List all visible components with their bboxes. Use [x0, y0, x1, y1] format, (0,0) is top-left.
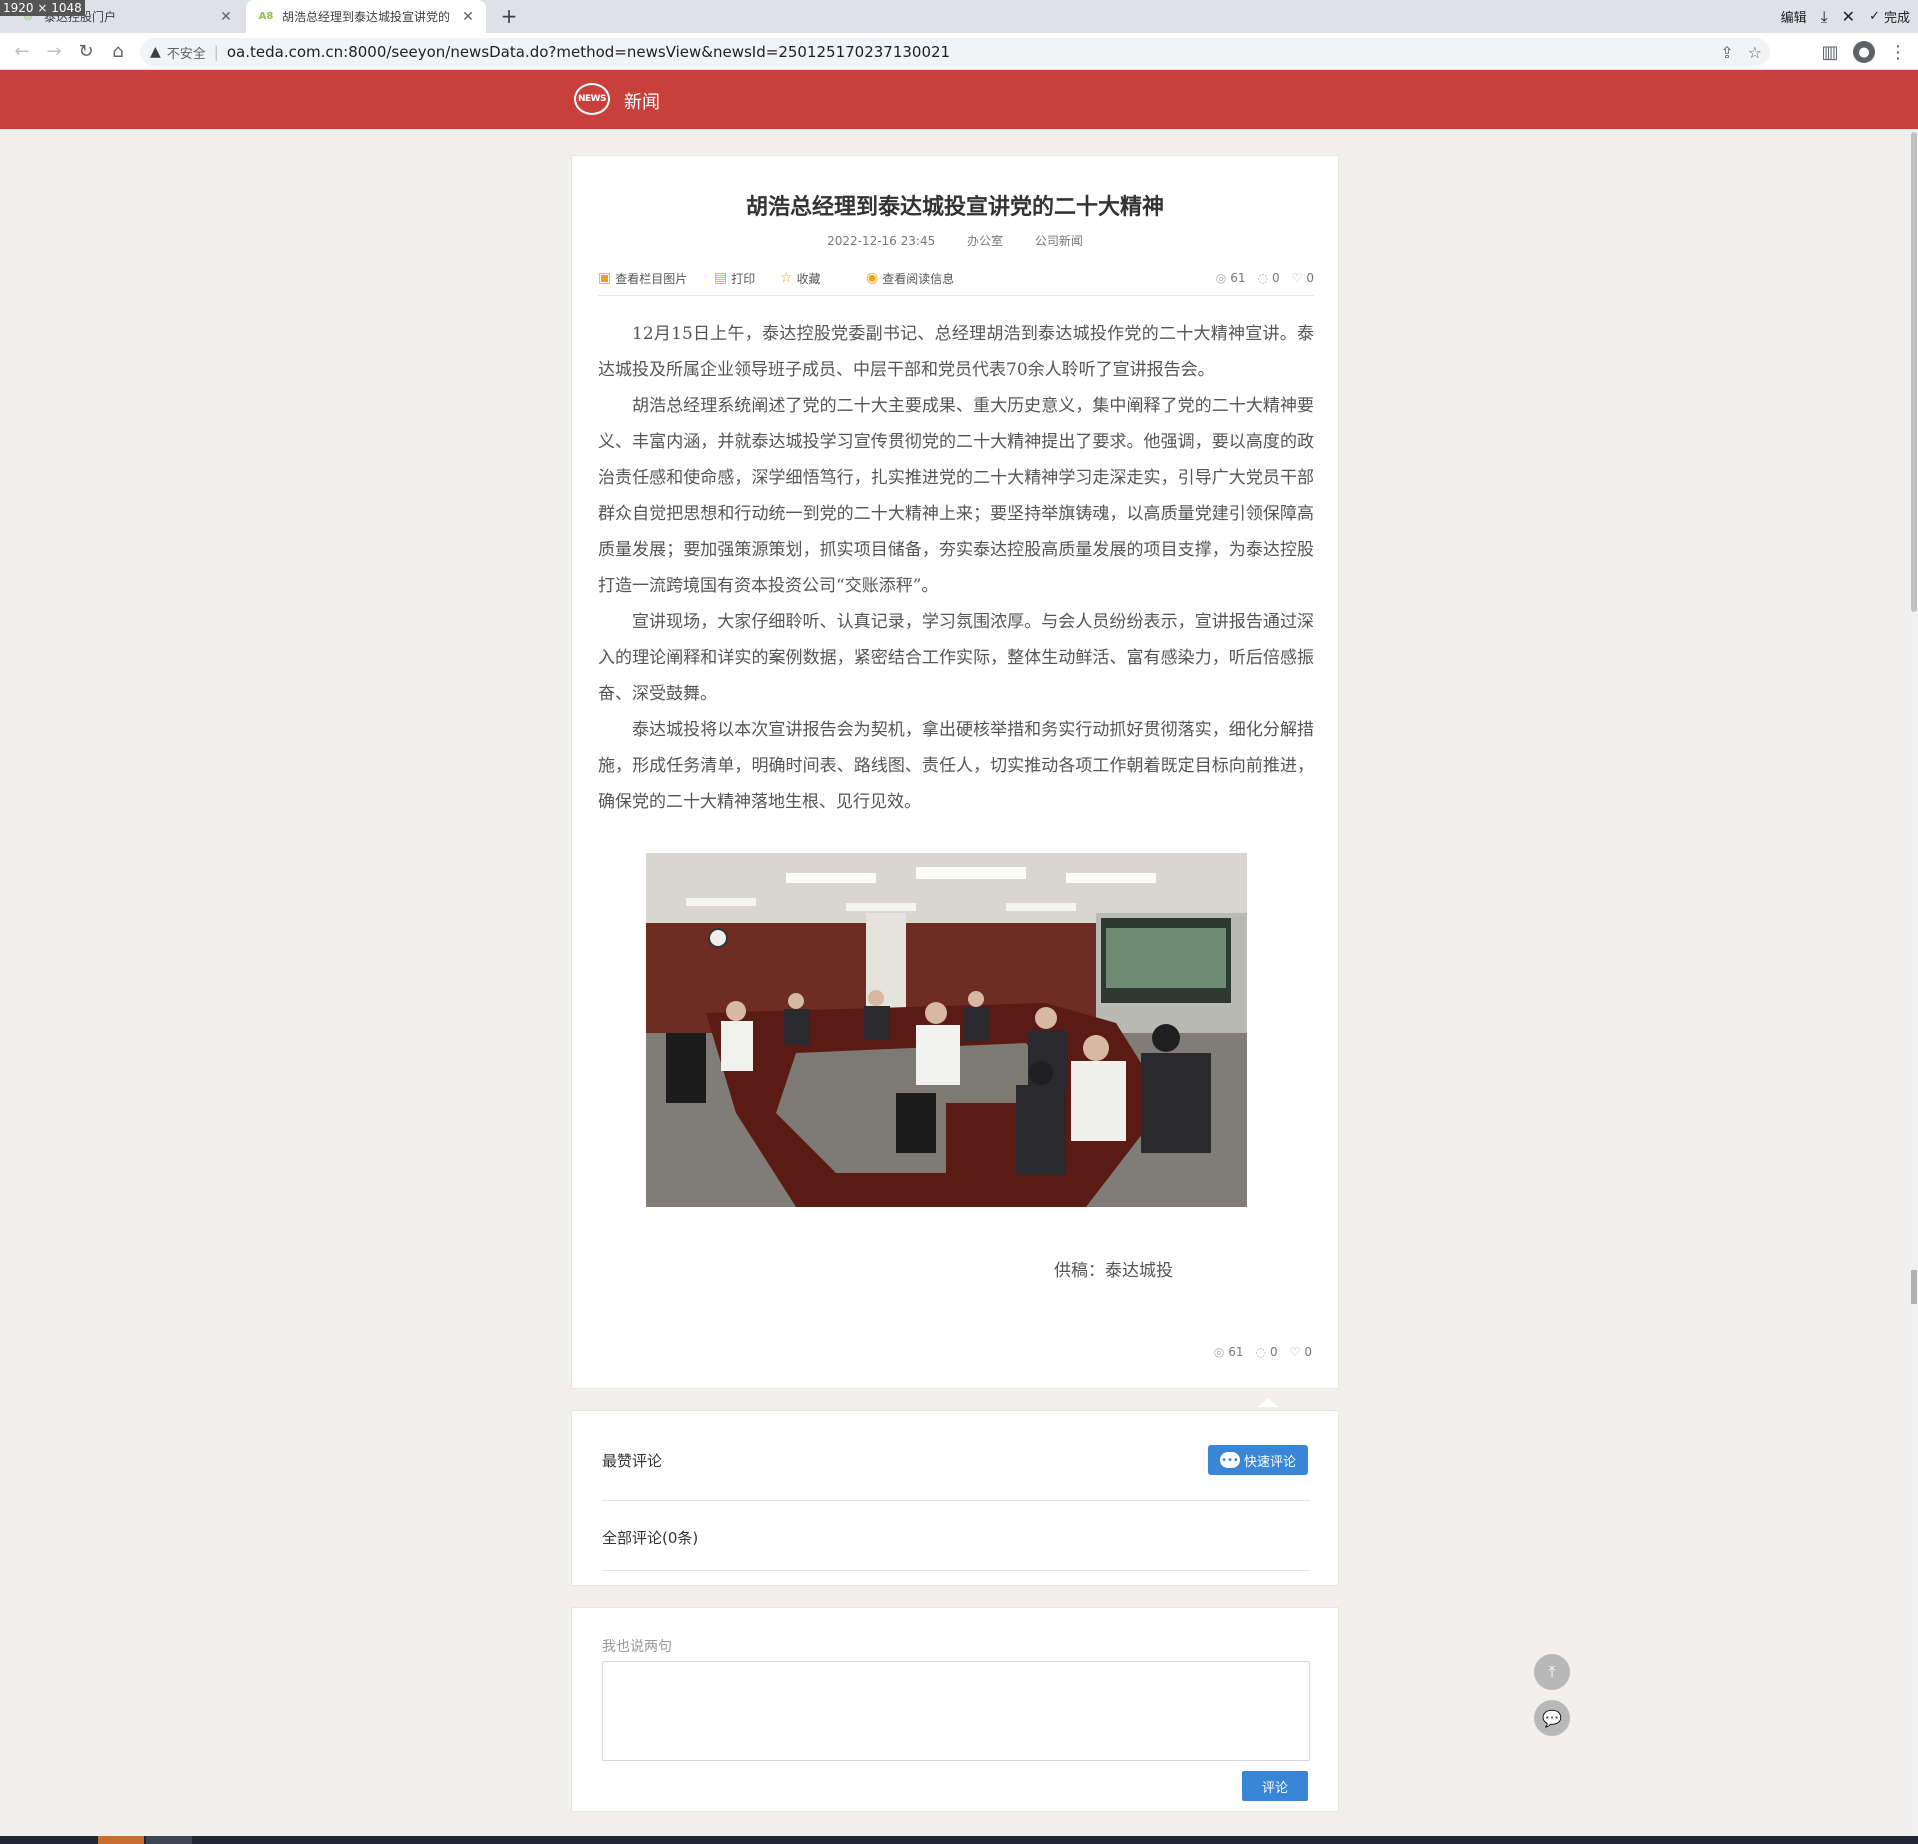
top-comments-label: 最赞评论 — [602, 1452, 663, 1470]
tab-title: 胡浩总经理到泰达城投宣讲党的二 — [282, 10, 450, 24]
security-label: 不安全 — [166, 46, 206, 62]
taskbar-app[interactable] — [98, 1836, 144, 1844]
os-taskbar — [0, 1836, 1918, 1844]
comment-count[interactable]: ◌ 0 — [1255, 1345, 1277, 1359]
all-comments-row: 全部评论(0条) — [602, 1521, 1310, 1571]
warning-icon: ▲ — [150, 44, 161, 60]
article-paragraph: 胡浩总经理系统阐述了党的二十大主要成果、重大历史意义，集中阐释了党的二十大精神要… — [598, 396, 1314, 596]
comments-card: 最赞评论 ••• 快速评论 全部评论(0条) — [571, 1410, 1339, 1586]
article-paragraph: 宣讲现场，大家仔细聆听、认真记录，学习氛围浓厚。与会人员纷纷表示，宣讲报告通过深… — [598, 612, 1314, 704]
thumbs-up-icon: ♡ — [1291, 271, 1303, 285]
article-card: 胡浩总经理到泰达城投宣讲党的二十大精神 2022-12-16 23:45 办公室… — [571, 155, 1339, 1389]
home-icon[interactable]: ⌂ — [102, 35, 134, 67]
view-count: ◎ 61 — [1215, 271, 1246, 285]
favorite-button[interactable]: ☆ 收藏 — [780, 268, 821, 288]
view-images-button[interactable]: ▣ 查看栏目图片 — [598, 268, 687, 288]
top-comments-row: 最赞评论 — [602, 1445, 1310, 1501]
reply-label: 我也说两句 — [602, 1639, 672, 1655]
image-icon: ▣ — [598, 270, 612, 286]
news-logo-icon: NEWS — [574, 83, 610, 115]
article-toolbar: ▣ 查看栏目图片 ▤ 打印 ☆ 收藏 ◉ 查看阅读信息 ◎ 61 ◌ 0 ♡ 0 — [598, 268, 1314, 296]
dimension-overlay: 1920 × 1048 — [0, 0, 85, 16]
all-comments-label: 全部评论(0条) — [602, 1529, 699, 1547]
card-notch — [1258, 1398, 1278, 1407]
article-credit: 供稿：泰达城投 — [1054, 1261, 1173, 1281]
comment-shortcut-icon[interactable]: 💬 — [1534, 1700, 1570, 1736]
profile-button[interactable]: ● — [1850, 36, 1878, 68]
check-icon: ✓ — [1869, 9, 1880, 24]
article-category: 公司新闻 — [1034, 234, 1083, 248]
tab-news-article[interactable]: A8 胡浩总经理到泰达城投宣讲党的二 ✕ — [246, 0, 486, 33]
close-icon[interactable]: ✕ — [1842, 7, 1855, 26]
new-tab-button[interactable]: + — [496, 4, 522, 30]
reply-card: 我也说两句 评论 — [571, 1607, 1339, 1812]
print-button[interactable]: ▤ 打印 — [714, 268, 755, 288]
article-title: 胡浩总经理到泰达城投宣讲党的二十大精神 — [745, 195, 1164, 220]
side-panel-icon[interactable]: ▥ — [1816, 36, 1844, 68]
read-info-button[interactable]: ◉ 查看阅读信息 — [866, 268, 954, 288]
article-datetime: 2022-12-16 23:45 — [827, 234, 936, 248]
scrollbar-marker — [1911, 1270, 1917, 1304]
scrollbar-thumb[interactable] — [1911, 132, 1917, 612]
chat-bubble-icon: ••• — [1219, 1452, 1240, 1468]
more-menu-icon[interactable]: ⋮ — [1884, 36, 1912, 68]
eye-icon: ◉ — [866, 270, 879, 286]
submit-comment-button[interactable]: 评论 — [1242, 1771, 1308, 1801]
close-icon[interactable]: ✕ — [218, 9, 234, 25]
tab-strip-actions: 编辑 ⤓ ✕ ✓ 完成 — [1781, 0, 1910, 33]
like-count[interactable]: ♡ 0 — [1292, 271, 1314, 285]
avatar-icon: ● — [1853, 41, 1875, 63]
forward-arrow-icon[interactable]: → — [38, 35, 70, 67]
article-stats: ◎ 61 ◌ 0 ♡ 0 — [1216, 268, 1314, 288]
article-stats-bottom: ◎ 61 ◌ 0 ♡ 0 — [1214, 1342, 1312, 1362]
comment-icon: ◌ — [1257, 271, 1268, 285]
browser-tab-strip: 1920 × 1048 ◎ 泰达控股门户 ✕ A8 胡浩总经理到泰达城投宣讲党的… — [0, 0, 1918, 33]
back-arrow-icon[interactable]: ← — [6, 35, 38, 67]
site-title: 新闻 — [624, 92, 660, 113]
address-bar[interactable]: ▲ 不安全 | oa.teda.com.cn:8000/seeyon/newsD… — [140, 38, 1770, 66]
article-paragraph: 泰达城投将以本次宣讲报告会为契机，拿出硬核举措和务实行动抓好贯彻落实，细化分解措… — [598, 720, 1314, 812]
article-meta: 2022-12-16 23:45 办公室 公司新闻 — [572, 232, 1338, 249]
share-icon[interactable]: ⇪ — [1720, 43, 1733, 62]
eye-icon: ◎ — [1213, 1345, 1225, 1359]
edit-button[interactable]: 编辑 — [1781, 7, 1807, 26]
comment-icon: ◌ — [1255, 1345, 1266, 1359]
article-photo-meeting — [646, 853, 1247, 1207]
site-header: NEWS 新闻 — [0, 70, 1918, 129]
view-count: ◎ 61 — [1213, 1345, 1244, 1359]
article-body: 12月15日上午，泰达控股党委副书记、总经理胡浩到泰达城投作党的二十大精神宣讲。… — [598, 316, 1314, 820]
done-button[interactable]: ✓ 完成 — [1869, 7, 1910, 26]
reload-icon[interactable]: ↻ — [70, 35, 102, 67]
quick-comment-button[interactable]: ••• 快速评论 — [1208, 1445, 1308, 1475]
star-icon: ☆ — [780, 270, 793, 286]
printer-icon: ▤ — [714, 270, 728, 286]
thumbs-up-icon: ♡ — [1289, 1345, 1301, 1359]
url-text[interactable]: oa.teda.com.cn:8000/seeyon/newsData.do?m… — [227, 43, 950, 61]
like-count[interactable]: ♡ 0 — [1290, 1345, 1312, 1359]
back-to-top-icon[interactable]: ⤒ — [1534, 1654, 1570, 1690]
bookmark-star-icon[interactable]: ☆ — [1748, 43, 1762, 62]
eye-icon: ◎ — [1215, 271, 1227, 285]
comment-textarea[interactable] — [602, 1661, 1310, 1761]
article-department: 办公室 — [967, 234, 1004, 248]
site-favicon-icon: A8 — [258, 11, 274, 22]
taskbar-app[interactable] — [146, 1836, 192, 1844]
comment-count[interactable]: ◌ 0 — [1257, 271, 1279, 285]
download-icon[interactable]: ⤓ — [1821, 7, 1828, 27]
article-paragraph: 12月15日上午，泰达控股党委副书记、总经理胡浩到泰达城投作党的二十大精神宣讲。… — [598, 324, 1314, 380]
close-icon[interactable]: ✕ — [460, 9, 476, 25]
browser-toolbar: ← → ↻ ⌂ ▲ 不安全 | oa.teda.com.cn:8000/seey… — [0, 33, 1918, 70]
